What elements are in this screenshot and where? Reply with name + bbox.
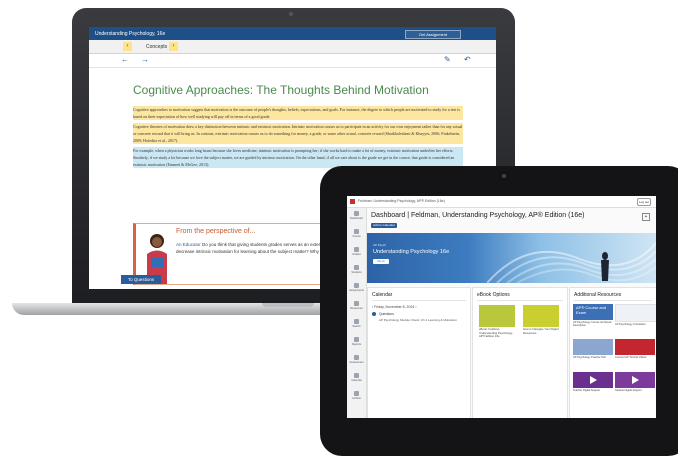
sidebar-item-assessment[interactable]: Assessment [349, 355, 364, 367]
divider [574, 300, 652, 301]
paragraph-2: Cognitive theories of motivation draw a … [133, 123, 463, 144]
calendar-panel: Calendar ‹ Friday, November 8, 2024 › Qu… [367, 287, 471, 418]
resource-card[interactable]: AP® Course and Exam AP Psychology Course… [573, 304, 613, 328]
logout-button[interactable]: Log out [637, 198, 651, 206]
resource-caption: AP Psychology Correlation [615, 323, 646, 326]
additional-resources-title: Additional Resources [574, 292, 622, 298]
resource-thumbnail [615, 372, 655, 388]
play-icon [590, 376, 597, 384]
tablet-camera [502, 174, 506, 178]
course-icon [354, 229, 359, 234]
ebook-options-title: eBook Options [477, 292, 510, 298]
assessment-icon [354, 355, 359, 360]
divider [477, 300, 563, 301]
paragraph-3: For example, when a physician works long… [133, 147, 463, 168]
play-icon [632, 376, 639, 384]
resource-caption: Student Digital Support [615, 389, 642, 392]
course-hero-banner: AP Psych Understanding Psychology 16e Go… [367, 233, 656, 283]
resources-icon [354, 301, 359, 306]
ebook-card[interactable]: eBook: Feldman, Understanding Psychology… [479, 305, 515, 339]
sidebar-item-students[interactable]: Students [349, 265, 364, 277]
breadcrumb: Feldman: Understanding Psychology, AP® E… [358, 199, 445, 203]
sidebar-item-grades[interactable]: Grades [349, 247, 364, 259]
resource-thumbnail [615, 339, 655, 355]
sidebar-item-course[interactable]: Course [349, 229, 364, 241]
resource-card[interactable]: Connect AP Tutorial Videos [615, 339, 655, 359]
tablet-device: Feldman: Understanding Psychology, AP® E… [320, 166, 678, 456]
reader-nav: ← → ✎ ↶ [89, 54, 496, 68]
hero-course-name: Understanding Psychology 16e [373, 249, 450, 255]
ebook-caption: How to Navigate Your Digital Resources [523, 327, 559, 335]
resource-card[interactable]: AP Psychology Correlation [615, 304, 656, 326]
resource-caption: Teacher Digital Support [573, 389, 600, 392]
calendar-date-nav[interactable]: ‹ Friday, November 8, 2024 › [372, 305, 416, 309]
resource-card[interactable]: Teacher Digital Support [573, 372, 613, 392]
resource-caption: Connect AP Tutorial Videos [615, 356, 647, 359]
prev-concept-button[interactable]: ‹ [123, 42, 132, 51]
laptop-notch [262, 303, 314, 307]
add-to-calendar-button[interactable]: Add to Calendar [371, 223, 397, 228]
resource-card[interactable]: Student Digital Support [615, 372, 655, 392]
get-assignment-button[interactable]: Get Assignment [405, 30, 461, 39]
hero-subject: AP Psych [373, 243, 386, 247]
laptop-camera [289, 12, 293, 16]
sidebar-item-archive[interactable]: Archive [349, 391, 364, 403]
ebook-thumbnail [479, 305, 515, 327]
resources-panel: Additional Resources AP® Course and Exam… [569, 287, 656, 418]
reader-content: Cognitive Approaches: The Thoughts Behin… [133, 83, 463, 171]
dashboard-header: Feldman: Understanding Psychology, AP® E… [347, 196, 656, 208]
highlight-icon[interactable]: ✎ [444, 55, 451, 64]
students-icon [354, 265, 359, 270]
ebook-thumbnail [523, 305, 559, 327]
sidebar-item-dashboard[interactable]: Dashboard [349, 211, 364, 223]
resource-caption: AP Psychology Practice Test [573, 356, 606, 359]
divider [372, 300, 466, 301]
assignments-icon [354, 283, 359, 288]
resource-thumbnail: AP® Course and Exam [573, 304, 613, 320]
perspective-title: From the perspective of... [176, 228, 256, 235]
calendar-icon [354, 373, 359, 378]
sidebar-item-search[interactable]: Search [349, 319, 364, 331]
perspective-role: An Educator [176, 242, 201, 247]
dashboard-title: Dashboard | Feldman, Understanding Psych… [371, 212, 585, 219]
archive-icon [354, 391, 359, 396]
add-icon[interactable]: + [642, 213, 650, 221]
resource-thumbnail [573, 339, 613, 355]
reports-icon [354, 337, 359, 342]
calendar-event[interactable]: AP Psychology Module Check: Ch 4 Learnin… [379, 318, 459, 322]
concepts-tab[interactable]: Concepts [146, 44, 167, 50]
ebook-panel: eBook Options eBook: Feldman, Understand… [472, 287, 568, 418]
sidebar-item-assignments[interactable]: Assignments [349, 283, 364, 295]
ebook-title: Understanding Psychology, 16e [95, 31, 166, 37]
sidebar-item-calendar[interactable]: Calendar [349, 373, 364, 385]
resource-caption: AP Psychology Course and Exam Descriptio… [573, 321, 612, 328]
resource-thumbnail [573, 372, 613, 388]
ebook-tabbar: ‹ Concepts › [89, 40, 496, 54]
calendar-event-type: Questions [379, 312, 394, 316]
paragraph-1: Cognitive approaches to motivation sugge… [133, 106, 463, 120]
calendar-title: Calendar [372, 292, 393, 298]
dashboard-icon [354, 211, 359, 216]
grades-icon [354, 247, 359, 252]
sidebar-item-reports[interactable]: Reports [349, 337, 364, 349]
resource-card[interactable]: AP Psychology Practice Test [573, 339, 613, 359]
dashboard-sidebar: Dashboard Course Grades Students Assignm… [347, 208, 367, 418]
ebook-topbar: Understanding Psychology, 16e Get Assign… [89, 27, 496, 40]
tablet-screen: Feldman: Understanding Psychology, AP® E… [347, 196, 656, 418]
next-concept-button[interactable]: › [169, 42, 178, 51]
go-to-course-button[interactable]: Go to Course [373, 259, 389, 268]
event-dot-icon [372, 312, 376, 316]
sidebar-item-resources[interactable]: Resources [349, 301, 364, 313]
resource-thumbnail [615, 304, 656, 322]
return-icon[interactable]: ↶ [464, 55, 471, 64]
logo-icon [350, 199, 355, 204]
ebook-card[interactable]: How to Navigate Your Digital Resources [523, 305, 559, 335]
back-arrow-icon[interactable]: ← [121, 55, 129, 64]
search-icon [354, 319, 359, 324]
forward-arrow-icon[interactable]: → [141, 55, 149, 64]
to-questions-button[interactable]: To Questions [121, 275, 161, 284]
ebook-caption: eBook: Feldman, Understanding Psychology… [479, 327, 513, 338]
section-heading: Cognitive Approaches: The Thoughts Behin… [133, 83, 429, 97]
wave-art [487, 242, 656, 283]
